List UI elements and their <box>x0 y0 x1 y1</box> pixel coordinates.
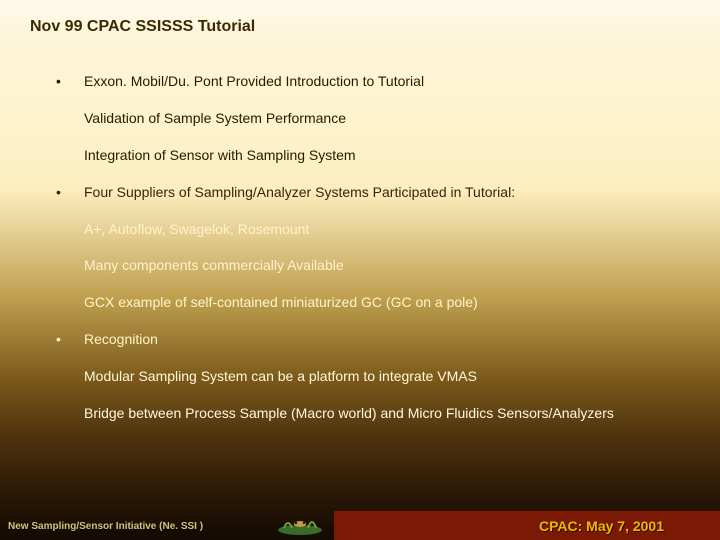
list-item-text: Integration of Sensor with Sampling Syst… <box>84 146 356 165</box>
slide-title: Nov 99 CPAC SSISSS Tutorial <box>30 18 255 36</box>
footer-logo-icon <box>274 508 326 536</box>
bullet-icon: • <box>56 184 84 200</box>
list-item-text: Four Suppliers of Sampling/Analyzer Syst… <box>84 183 515 202</box>
bullet-icon: • <box>56 331 84 347</box>
list-item-text: Recognition <box>84 330 158 349</box>
slide-body: •Exxon. Mobil/Du. Pont Provided Introduc… <box>56 72 692 441</box>
list-item: GCX example of self-contained miniaturiz… <box>56 293 692 312</box>
list-item: Many components commercially Available <box>56 256 692 275</box>
footer: New Sampling/Sensor Initiative (Ne. SSI … <box>0 504 720 540</box>
list-item: Modular Sampling System can be a platfor… <box>56 367 692 386</box>
list-item-text: Bridge between Process Sample (Macro wor… <box>84 404 614 423</box>
footer-left-text: New Sampling/Sensor Initiative (Ne. SSI … <box>8 521 203 532</box>
list-item: •Exxon. Mobil/Du. Pont Provided Introduc… <box>56 72 692 91</box>
list-item: Integration of Sensor with Sampling Syst… <box>56 146 692 165</box>
list-item-text: Modular Sampling System can be a platfor… <box>84 367 477 386</box>
list-item-text: A+, Autoflow, Swagelok, Rosemount <box>84 220 309 239</box>
list-item: •Four Suppliers of Sampling/Analyzer Sys… <box>56 183 692 202</box>
list-item-text: Many components commercially Available <box>84 256 344 275</box>
footer-date: CPAC: May 7, 2001 <box>539 518 664 534</box>
list-item-text: Exxon. Mobil/Du. Pont Provided Introduct… <box>84 72 424 91</box>
list-item-text: Validation of Sample System Performance <box>84 109 346 128</box>
list-item: Validation of Sample System Performance <box>56 109 692 128</box>
list-item-text: GCX example of self-contained miniaturiz… <box>84 293 478 312</box>
bullet-icon: • <box>56 73 84 89</box>
list-item: A+, Autoflow, Swagelok, Rosemount <box>56 220 692 239</box>
list-item: •Recognition <box>56 330 692 349</box>
list-item: Bridge between Process Sample (Macro wor… <box>56 404 692 423</box>
